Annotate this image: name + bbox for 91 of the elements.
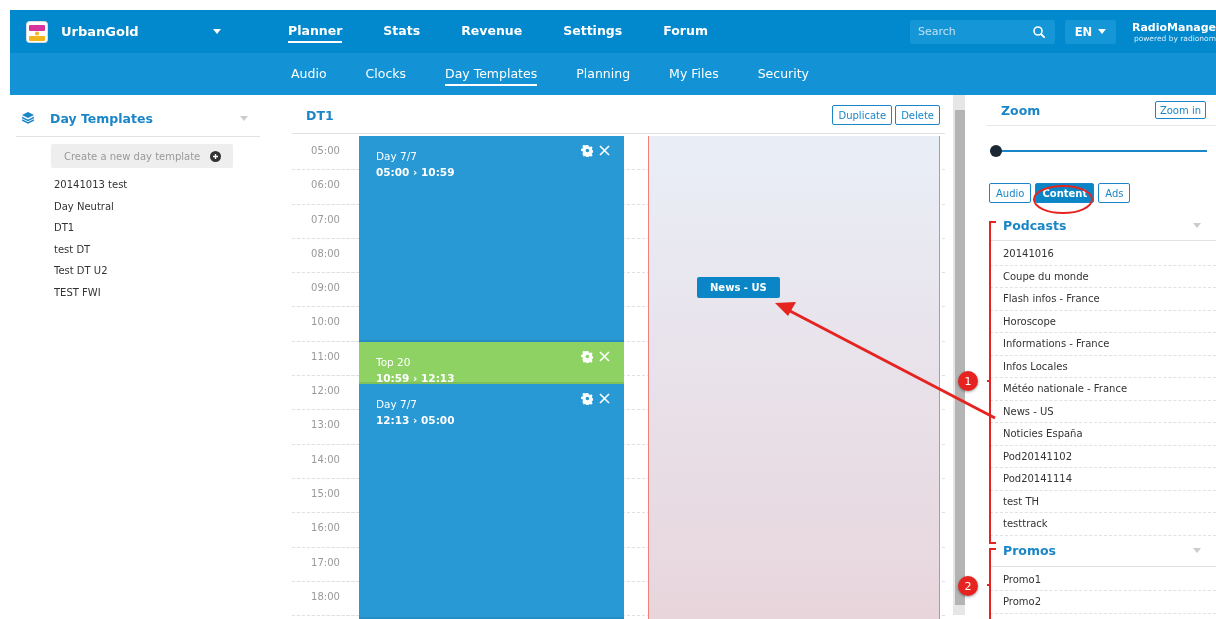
nav-tab[interactable]: Revenue — [461, 20, 523, 43]
block-name: Top 20 — [376, 356, 411, 368]
scrollbar-thumb[interactable] — [955, 110, 965, 605]
hour-label: 11:00 — [311, 350, 340, 362]
gear-icon[interactable] — [581, 393, 593, 405]
hour-label: 09:00 — [311, 282, 340, 294]
station-logo-icon — [26, 20, 48, 43]
close-icon[interactable] — [599, 145, 610, 156]
caret-down-icon[interactable] — [1193, 548, 1201, 553]
template-item[interactable]: test DT — [54, 243, 91, 255]
nav-tab[interactable]: Settings — [563, 20, 623, 43]
layers-icon — [22, 112, 34, 124]
library-item[interactable]: Pod20141102 — [1003, 450, 1073, 462]
library-item[interactable]: Promo1 — [1003, 573, 1042, 585]
library-item[interactable]: testtrack — [1003, 518, 1048, 529]
block-name: Day 7/7 — [376, 150, 417, 162]
caret-down-icon — [1098, 29, 1107, 34]
slider-thumb[interactable] — [990, 145, 1002, 157]
hour-label: 17:00 — [311, 556, 340, 568]
library-item[interactable]: Noticies España — [1003, 428, 1083, 439]
annotation-number: 1 — [958, 371, 978, 391]
language-button[interactable]: EN — [1065, 19, 1116, 44]
hour-label: 12:00 — [311, 385, 340, 397]
search-field[interactable]: Search — [910, 19, 1055, 44]
library-item[interactable]: Promo2 — [1003, 596, 1042, 607]
subnav-tab[interactable]: Planning — [576, 62, 631, 86]
sidebar-title: Day Templates — [50, 110, 154, 126]
subnav-tab[interactable]: Security — [757, 62, 810, 86]
create-template-button[interactable]: Create a new day template — [51, 144, 233, 168]
template-item[interactable]: Day Neutral — [54, 200, 114, 212]
library-tab[interactable]: Audio — [989, 183, 1032, 203]
hour-label: 16:00 — [311, 522, 340, 534]
hour-label: 07:00 — [311, 213, 340, 225]
library-item[interactable]: Infos Locales — [1003, 360, 1068, 372]
library-item[interactable]: Horoscope — [1003, 315, 1056, 327]
block-time: 12:13 › 05:00 — [376, 414, 455, 426]
block-time: 05:00 › 10:59 — [376, 166, 455, 178]
template-item[interactable]: DT1 — [54, 222, 75, 234]
brand-name: RadioManage — [1131, 20, 1216, 34]
hour-label: 13:00 — [311, 419, 340, 431]
nav-tab[interactable]: Stats — [383, 20, 421, 43]
subnav-tab[interactable]: Audio — [291, 62, 327, 86]
template-item[interactable]: TEST FWI — [54, 286, 101, 298]
library-item[interactable]: test TH — [1003, 495, 1039, 507]
dropped-item[interactable]: News - US — [697, 277, 780, 298]
gear-icon[interactable] — [581, 145, 593, 157]
search-icon[interactable] — [1033, 25, 1045, 38]
template-item[interactable]: Test DT U2 — [54, 265, 108, 277]
library-item[interactable]: News - US — [1003, 405, 1054, 417]
section-title: Promos — [1003, 543, 1057, 558]
section-title: Podcasts — [1003, 217, 1068, 233]
library-item[interactable]: 20141016 — [1003, 248, 1054, 259]
station-name: UrbanGold — [61, 24, 140, 39]
gear-icon[interactable] — [581, 351, 593, 363]
hour-label: 14:00 — [311, 453, 340, 465]
plus-circle-icon — [210, 150, 221, 162]
duplicate-button[interactable]: Duplicate — [832, 105, 893, 125]
hour-label: 08:00 — [311, 247, 340, 259]
nav-tab[interactable]: Planner — [288, 20, 343, 43]
library-tab[interactable]: Ads — [1098, 183, 1131, 203]
library-item[interactable]: Flash infos - France — [1003, 293, 1100, 304]
zoom-in-button[interactable]: Zoom in — [1154, 101, 1206, 119]
close-icon[interactable] — [599, 351, 610, 362]
caret-down-icon[interactable] — [1193, 222, 1201, 228]
subnav-tab[interactable]: Day Templates — [445, 62, 538, 86]
close-icon[interactable] — [599, 393, 610, 404]
library-item[interactable]: Météo nationale - France — [1003, 383, 1128, 394]
caret-down-icon — [240, 115, 248, 121]
hour-label: 05:00 — [311, 145, 340, 156]
subnav-tab[interactable]: Clocks — [365, 62, 406, 86]
subnav-tab[interactable]: My Files — [669, 62, 719, 86]
block-name: Day 7/7 — [376, 398, 417, 410]
nav-tab[interactable]: Forum — [663, 20, 708, 43]
schedule-block[interactable]: Day 7/7 05:00 › 10:59 — [359, 136, 624, 342]
template-item[interactable]: 20141013 test — [54, 179, 128, 190]
highlight-ellipse — [1033, 185, 1093, 214]
library-item[interactable]: Informations - France — [1003, 338, 1110, 349]
hour-label: 06:00 — [311, 179, 340, 191]
library-item[interactable]: Coupe du monde — [1003, 270, 1089, 282]
hour-label: 15:00 — [311, 487, 340, 499]
block-time: 10:59 › 12:13 — [376, 372, 455, 384]
hour-label: 10:00 — [311, 316, 340, 328]
zoom-title: Zoom — [1001, 102, 1042, 118]
hour-label: 18:00 — [311, 590, 340, 602]
annotation-number: 2 — [958, 576, 978, 596]
delete-button[interactable]: Delete — [895, 105, 940, 125]
station-dropdown-icon[interactable] — [213, 29, 221, 34]
template-title: DT1 — [306, 107, 335, 123]
annotation-bracket — [986, 548, 997, 619]
library-item[interactable]: Pod20141114 — [1003, 473, 1073, 484]
schedule-block[interactable]: Day 7/7 12:13 › 05:00 — [359, 384, 624, 619]
